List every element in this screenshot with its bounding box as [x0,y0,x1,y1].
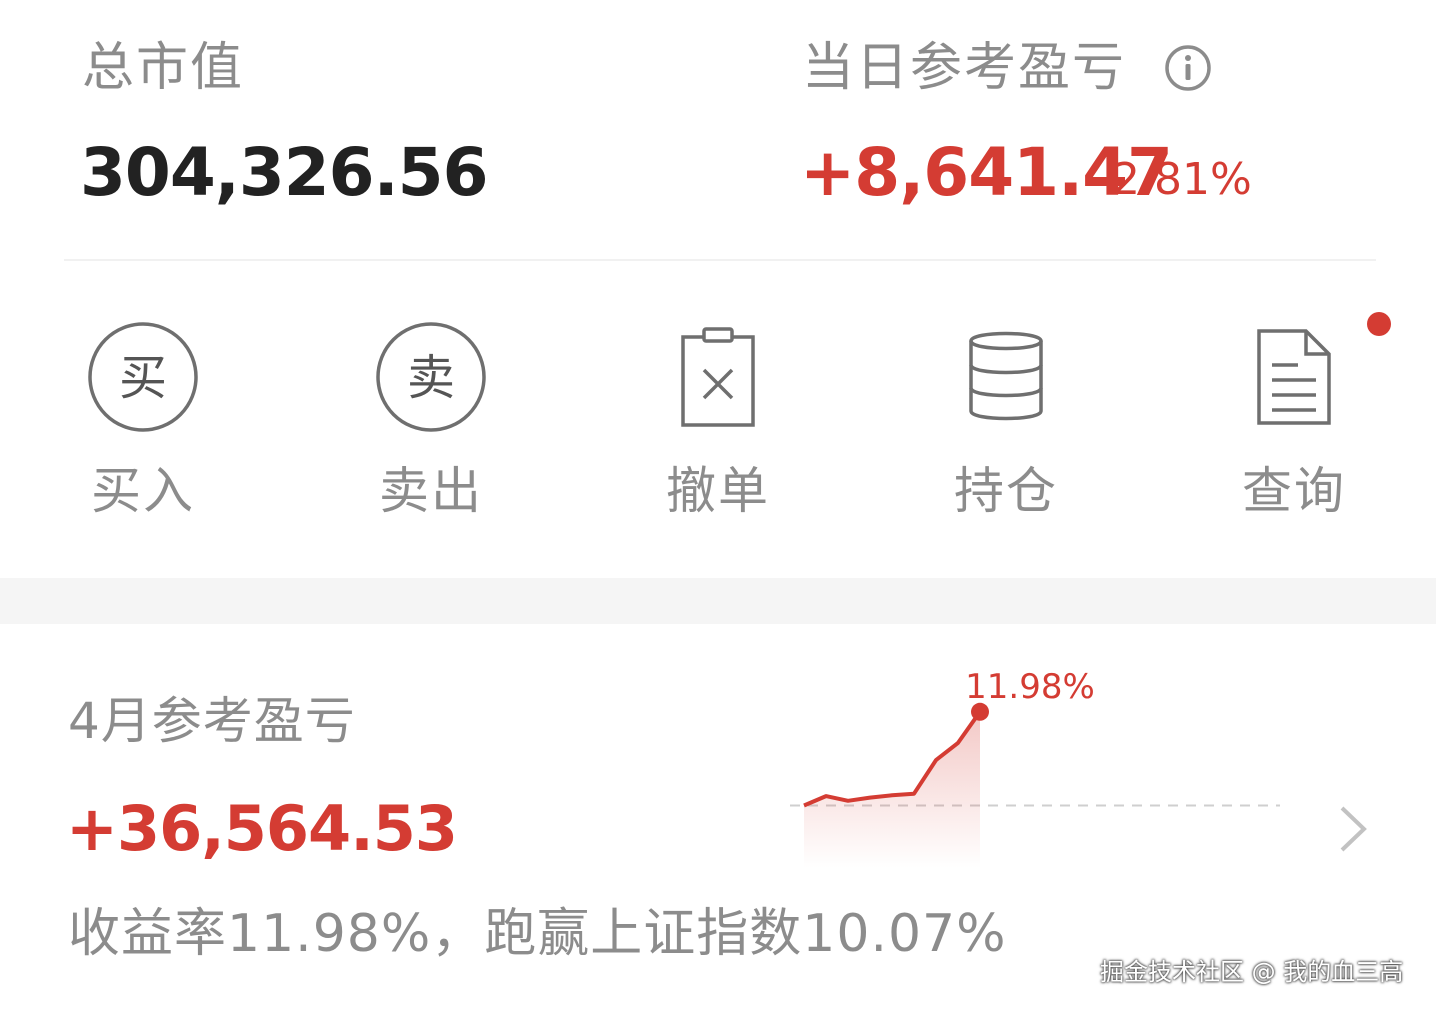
daily-pnl-percent: 2.81% [1112,154,1252,205]
monthly-pnl-title: 4月参考盈亏 [68,692,356,750]
chevron-right-icon[interactable] [1330,804,1374,854]
query-button[interactable]: 查询 [1184,318,1404,516]
watermark: 掘金技术社区 @ 我的血三高 [1100,958,1404,986]
sell-icon-glyph: 卖 [407,350,455,406]
monthly-chart: 11.98% [790,668,1280,868]
section-divider [64,259,1376,261]
chart-last-label: 11.98% [965,668,1095,707]
sell-label: 卖出 [379,462,483,520]
position-button[interactable]: 持仓 [896,318,1116,516]
daily-pnl-label: 当日参考盈亏 [802,38,1127,98]
cancel-order-button[interactable]: 撤单 [608,318,828,516]
buy-label: 买入 [91,462,195,520]
query-icon [1257,329,1331,425]
sell-icon: 卖 [376,322,486,432]
chart-area [804,711,980,868]
info-icon[interactable] [1164,44,1212,92]
buy-icon-glyph: 买 [119,350,167,406]
buy-icon: 买 [88,322,198,432]
section-gap [0,578,1436,624]
position-icon [969,331,1043,421]
buy-button[interactable]: 买 买入 [33,318,253,516]
monthly-pnl-value: +36,564.53 [66,792,458,865]
total-market-value: 304,326.56 [80,134,489,211]
total-market-value-label: 总市值 [82,38,245,98]
cancel-order-icon [681,327,755,427]
cancel-order-label: 撤单 [666,462,770,520]
query-label: 查询 [1242,462,1346,520]
sell-button[interactable]: 卖 卖出 [321,318,541,516]
position-label: 持仓 [954,462,1058,520]
monthly-return-desc: 收益率11.98%，跑赢上证指数10.07% [68,904,1007,964]
notification-dot [1367,312,1391,336]
